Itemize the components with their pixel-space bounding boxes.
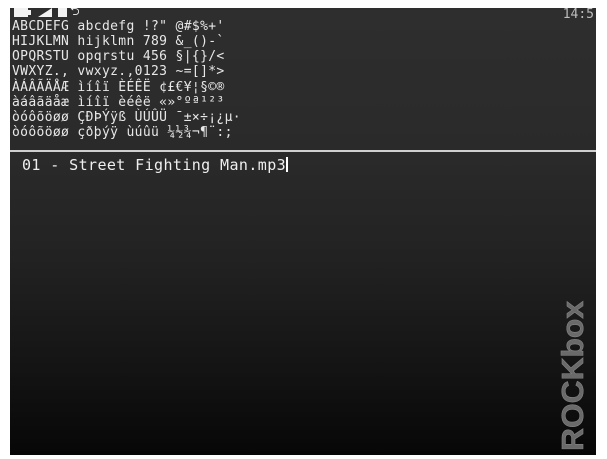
text-entry-field[interactable]: 01 - Street Fighting Man.mp3: [22, 155, 289, 175]
volume-icon: [38, 8, 52, 17]
rockbox-logo-watermark: ROCKbox: [555, 300, 591, 451]
keyboard-row[interactable]: àáâãäåæ ìíîï èéêë «»°ºª¹²³: [12, 95, 225, 110]
text-cursor: [286, 157, 289, 172]
rockbox-logo-text: ROCKbox: [555, 300, 590, 451]
virtual-keyboard-character-grid[interactable]: ABCDEFG abcdefg !?" @#$%+' HIJKLMN hijkl…: [10, 19, 596, 149]
keyboard-row[interactable]: òóôõöøø ÇÐÞÝÿß ÙÚÛÜ ¯±×÷¡¿µ·: [12, 110, 241, 125]
device-screen: ⮌ 14:5 ABCDEFG abcdefg !?" @#$%+' HIJKLM…: [10, 8, 596, 455]
entry-text: 01 - Street Fighting Man.mp3: [22, 156, 287, 174]
divider: [10, 150, 596, 152]
keyboard-row[interactable]: HIJKLMN hijklmn 789 &_()-`: [12, 34, 225, 49]
stop-icon: [58, 8, 67, 17]
repeat-icon: ⮌: [70, 8, 80, 18]
keyboard-row[interactable]: OPQRSTU opqrstu 456 §|{}/<: [12, 49, 225, 64]
keyboard-row[interactable]: ÀÁÂÃÄÅÆ ìíîï ÈÉÊË ¢£€¥¦§©®: [12, 80, 225, 95]
battery-icon: [14, 8, 31, 17]
keyboard-row[interactable]: òóôõöøø çðþýÿ ùúûü ¼½¾¬¶¨:;: [12, 125, 233, 140]
keyboard-row[interactable]: ABCDEFG abcdefg !?" @#$%+': [12, 19, 225, 34]
keyboard-row[interactable]: VWXYZ., vwxyz.,0123 ~=[]*>: [12, 64, 225, 79]
